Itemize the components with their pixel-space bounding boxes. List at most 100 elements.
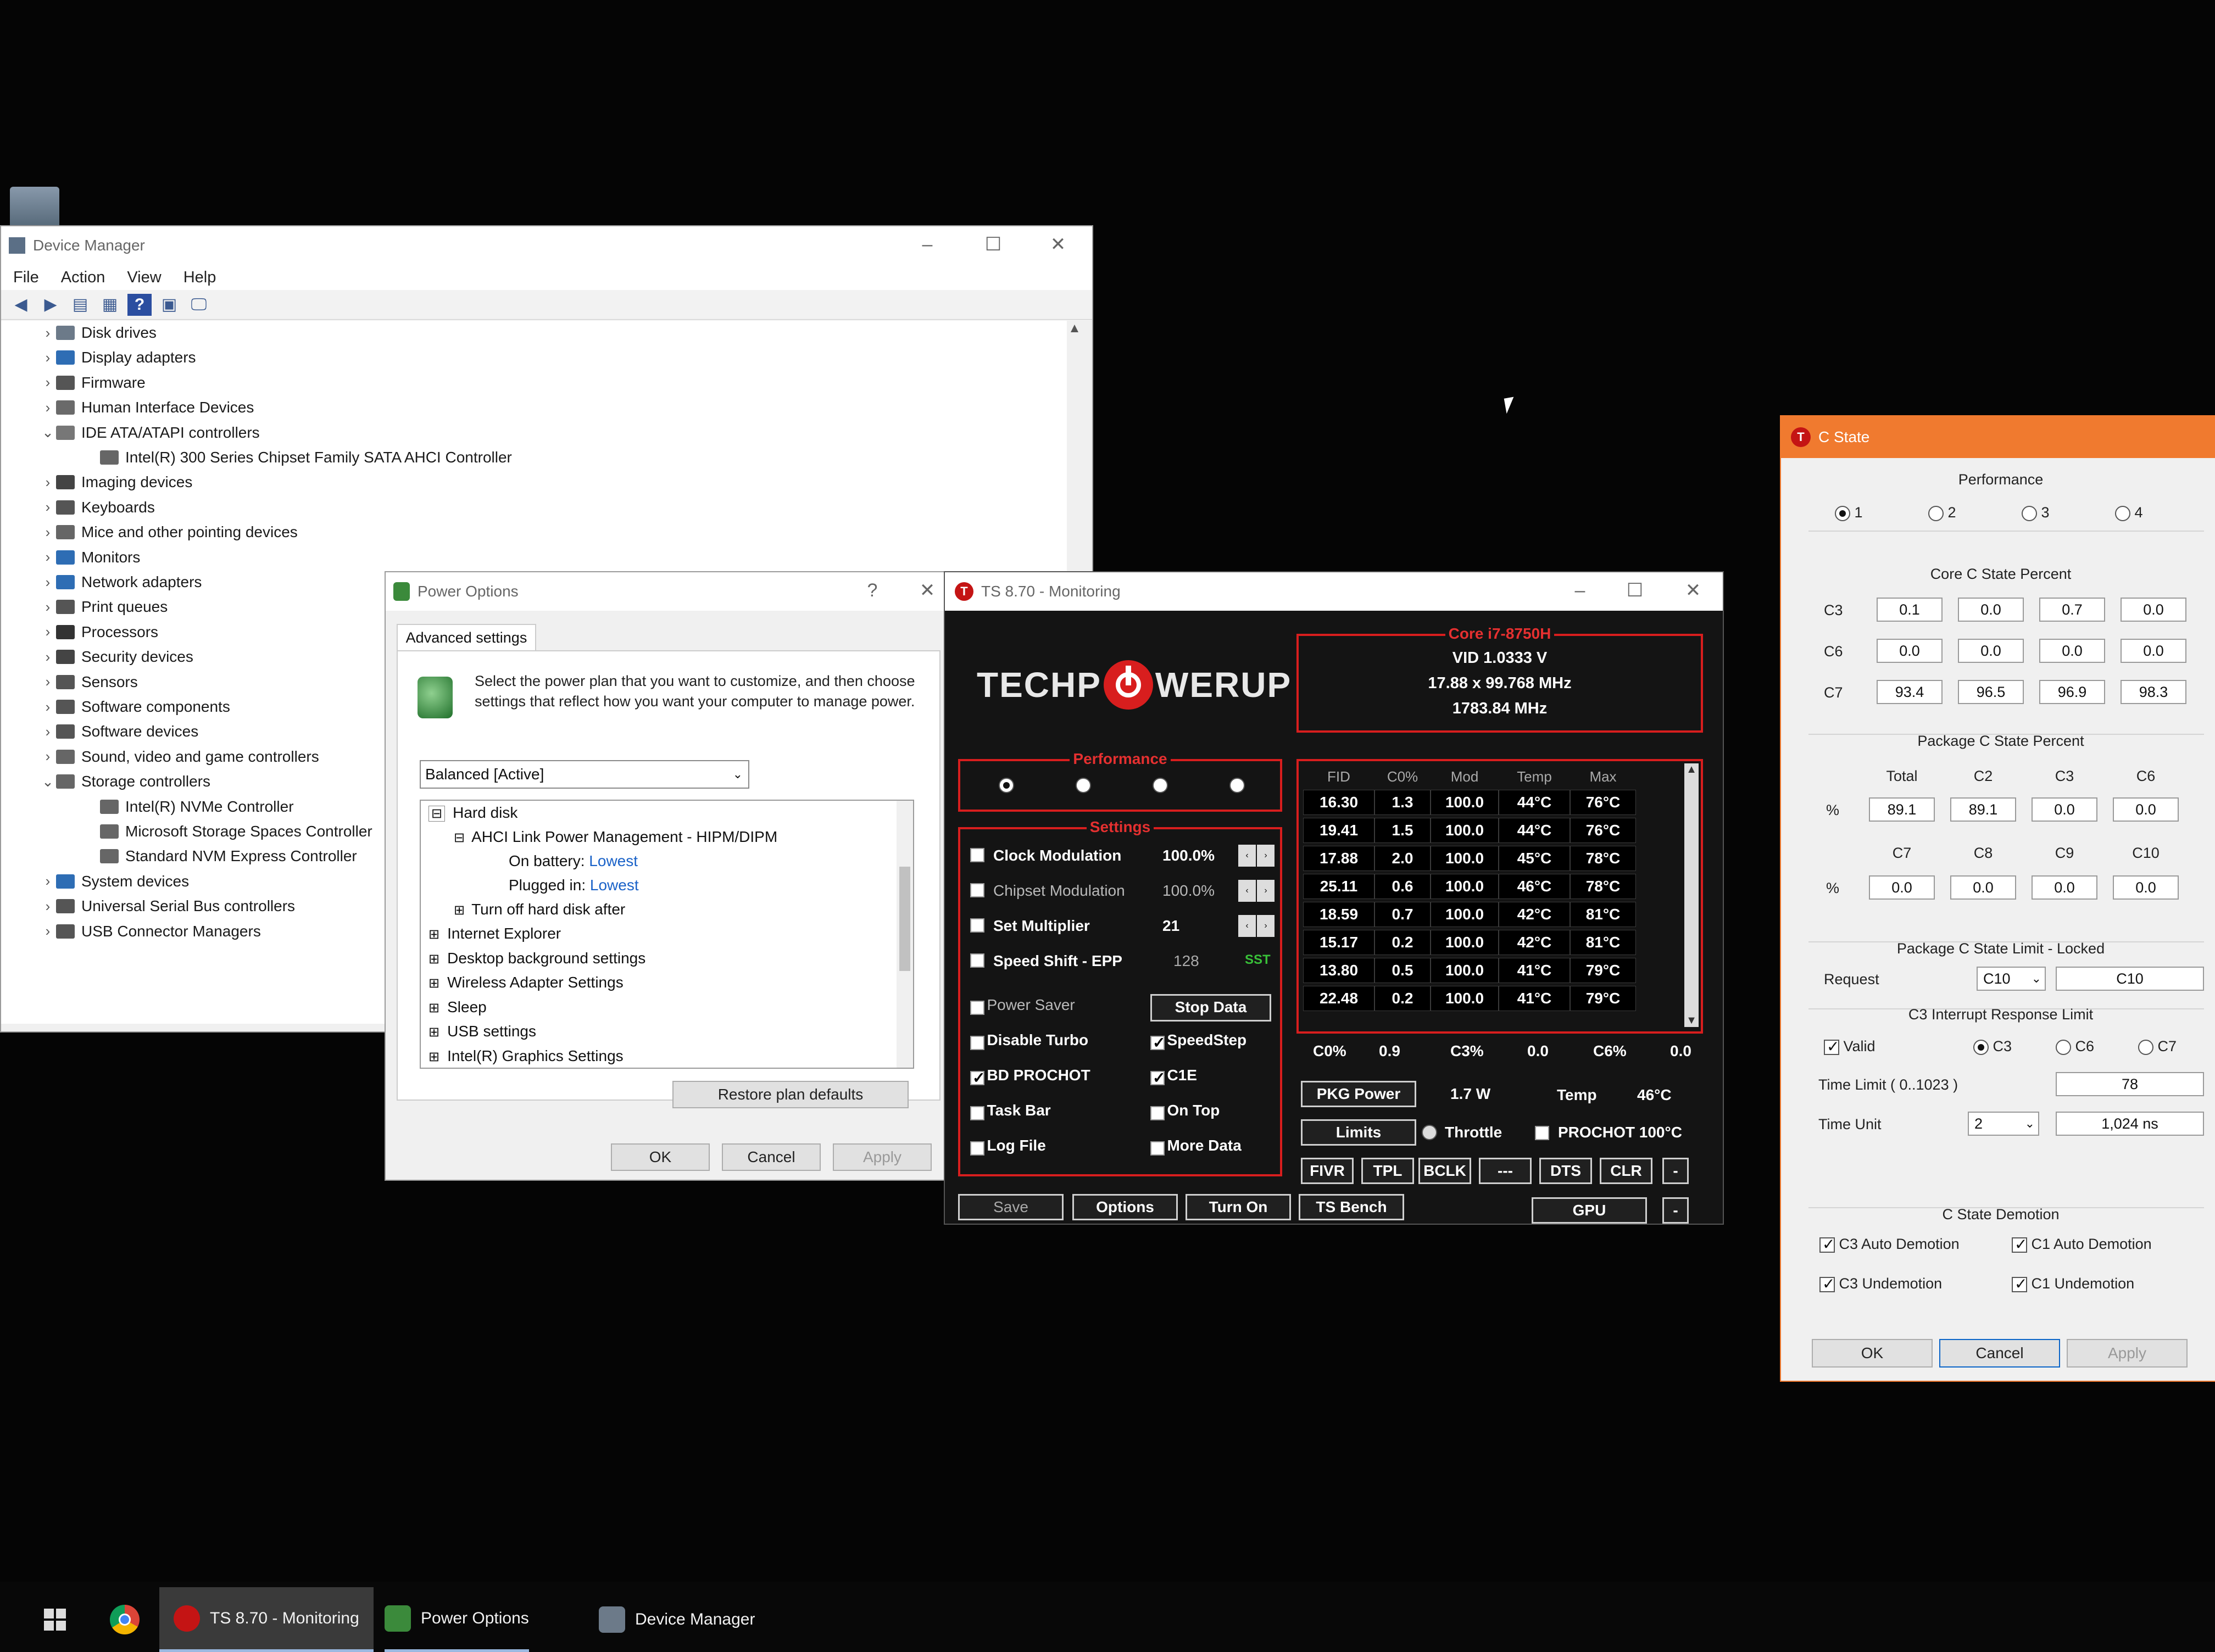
- row-button-fivr[interactable]: FIVR: [1301, 1158, 1354, 1184]
- perf-radio-4[interactable]: 4: [2115, 504, 2143, 521]
- scroll-down-arrow-icon[interactable]: ▼: [1684, 1014, 1699, 1027]
- start-button[interactable]: [44, 1587, 66, 1652]
- expand-icon[interactable]: ⊞: [428, 952, 439, 967]
- back-icon[interactable]: ◀: [9, 294, 33, 316]
- row-button-bclk[interactable]: BCLK: [1418, 1158, 1471, 1184]
- menu-action[interactable]: Action: [61, 265, 105, 290]
- tree-item[interactable]: › Universal Serial Bus controllers: [40, 894, 295, 918]
- tree-item[interactable]: › Sensors: [40, 670, 138, 694]
- checkbox-row[interactable]: Log File: [970, 1137, 1046, 1156]
- setting-checkbox[interactable]: [970, 918, 984, 933]
- minimize-button[interactable]: –: [911, 231, 944, 258]
- tree-item[interactable]: ⊞ Wireless Adapter Settings: [428, 974, 624, 991]
- checkbox[interactable]: [1150, 1069, 1165, 1087]
- request-select[interactable]: C10 ⌄: [1977, 967, 2046, 991]
- save-button[interactable]: Save: [958, 1194, 1064, 1220]
- spinner-left-icon[interactable]: ‹: [1238, 845, 1256, 867]
- row-button-clr[interactable]: CLR: [1600, 1158, 1652, 1184]
- checkbox-row[interactable]: Power Saver: [970, 996, 1075, 1015]
- help-icon[interactable]: ?: [127, 293, 152, 316]
- menu-file[interactable]: File: [13, 265, 39, 290]
- demotion-checkbox[interactable]: C1 Auto Demotion: [2012, 1235, 2152, 1253]
- checkbox[interactable]: [970, 1069, 985, 1087]
- spinner-left-icon[interactable]: ‹: [1238, 880, 1256, 902]
- checkbox[interactable]: [1150, 1106, 1165, 1120]
- pkg-power-button[interactable]: PKG Power: [1301, 1081, 1416, 1107]
- valid-checkbox[interactable]: Valid: [1824, 1037, 1875, 1056]
- spinner-right-icon[interactable]: ›: [1257, 880, 1275, 902]
- chevron-right-icon[interactable]: ›: [40, 349, 56, 366]
- expand-icon[interactable]: ⊞: [428, 1001, 439, 1015]
- perf-radio-3[interactable]: 3: [2022, 504, 2050, 521]
- plugged-in-setting[interactable]: Plugged in: Lowest: [509, 877, 639, 894]
- perf-radio-1[interactable]: 1: [1835, 504, 1863, 521]
- checkbox[interactable]: [970, 1035, 984, 1050]
- chevron-right-icon[interactable]: ›: [40, 873, 56, 890]
- tree-item[interactable]: Intel(R) NVMe Controller: [100, 795, 294, 819]
- recycle-bin-icon[interactable]: [10, 187, 59, 231]
- view-icon[interactable]: ▣: [157, 294, 181, 316]
- ts-bench-button[interactable]: TS Bench: [1299, 1194, 1404, 1220]
- checkbox-row[interactable]: Disable Turbo: [970, 1031, 1088, 1050]
- chevron-right-icon[interactable]: ›: [40, 325, 56, 342]
- chevron-right-icon[interactable]: ›: [40, 898, 56, 915]
- chevron-right-icon[interactable]: ›: [40, 574, 56, 591]
- tab-advanced-settings[interactable]: Advanced settings: [397, 624, 536, 651]
- forward-icon[interactable]: ▶: [38, 294, 63, 316]
- expand-icon[interactable]: ⊞: [428, 1050, 439, 1064]
- chevron-down-icon[interactable]: ⌄: [40, 424, 56, 441]
- checkbox-row[interactable]: On Top: [1150, 1102, 1220, 1120]
- grid-scrollbar[interactable]: ▲ ▼: [1684, 763, 1699, 1027]
- demotion-checkbox[interactable]: C3 Auto Demotion: [1819, 1235, 1960, 1253]
- tree-item[interactable]: › Keyboards: [40, 495, 155, 520]
- tree-item[interactable]: › Firmware: [40, 371, 146, 395]
- row-button-dts[interactable]: DTS: [1539, 1158, 1592, 1184]
- chevron-right-icon[interactable]: ›: [40, 474, 56, 491]
- tree-item[interactable]: › Mice and other pointing devices: [40, 520, 298, 544]
- chevron-right-icon[interactable]: ›: [40, 673, 56, 690]
- options-button[interactable]: Options: [1072, 1194, 1178, 1220]
- ok-button[interactable]: OK: [1812, 1339, 1933, 1368]
- chevron-right-icon[interactable]: ›: [40, 923, 56, 940]
- tree-item[interactable]: ⌄ IDE ATA/ATAPI controllers: [40, 421, 260, 445]
- prochot-checkbox[interactable]: [1535, 1126, 1549, 1140]
- chevron-right-icon[interactable]: ›: [40, 699, 56, 716]
- checkbox[interactable]: [1150, 1141, 1165, 1156]
- checkbox-row[interactable]: BD PROCHOT: [970, 1067, 1090, 1087]
- apply-button[interactable]: Apply: [2067, 1339, 2188, 1368]
- tree-item[interactable]: › Software components: [40, 695, 230, 719]
- checkbox[interactable]: [1150, 1034, 1165, 1052]
- spinner-right-icon[interactable]: ›: [1257, 915, 1275, 937]
- chevron-right-icon[interactable]: ›: [40, 499, 56, 516]
- tree-item-hard-disk[interactable]: ⊟ Hard disk: [428, 804, 517, 822]
- time-unit-select[interactable]: 2 ⌄: [1968, 1112, 2039, 1136]
- row-button-tpl[interactable]: TPL: [1361, 1158, 1414, 1184]
- perf-radio-4[interactable]: [1229, 778, 1245, 793]
- settings-scrollbar[interactable]: [897, 801, 913, 1068]
- tree-item[interactable]: › USB Connector Managers: [40, 919, 261, 944]
- checkbox[interactable]: [970, 1000, 984, 1015]
- tree-item[interactable]: ⊞ Intel(R) Graphics Settings: [428, 1047, 624, 1065]
- gpu-minus-button[interactable]: -: [1662, 1197, 1689, 1224]
- tree-item[interactable]: › Network adapters: [40, 570, 202, 594]
- tree-item[interactable]: ⌄ Storage controllers: [40, 769, 210, 794]
- perf-radio-2[interactable]: [1076, 778, 1091, 793]
- tree-item[interactable]: › System devices: [40, 869, 189, 894]
- chevron-right-icon[interactable]: ›: [40, 748, 56, 765]
- tree-item[interactable]: › Imaging devices: [40, 470, 193, 494]
- tree-item[interactable]: › Print queues: [40, 595, 168, 619]
- expand-icon[interactable]: ⊞: [428, 1025, 439, 1040]
- help-button[interactable]: ?: [856, 577, 889, 604]
- chevron-right-icon[interactable]: ›: [40, 649, 56, 666]
- limits-button[interactable]: Limits: [1301, 1119, 1416, 1146]
- chevron-right-icon[interactable]: ›: [40, 723, 56, 740]
- menu-view[interactable]: View: [127, 265, 161, 290]
- expand-icon[interactable]: ⊞: [428, 927, 439, 942]
- cstate-titlebar[interactable]: T C State: [1781, 416, 2215, 458]
- close-button[interactable]: ✕: [1677, 577, 1710, 604]
- chevron-right-icon[interactable]: ›: [40, 623, 56, 640]
- checkbox-row[interactable]: SpeedStep: [1150, 1031, 1246, 1052]
- tree-item[interactable]: › Human Interface Devices: [40, 395, 254, 420]
- chevron-right-icon[interactable]: ›: [40, 374, 56, 391]
- tree-item[interactable]: Microsoft Storage Spaces Controller: [100, 819, 372, 844]
